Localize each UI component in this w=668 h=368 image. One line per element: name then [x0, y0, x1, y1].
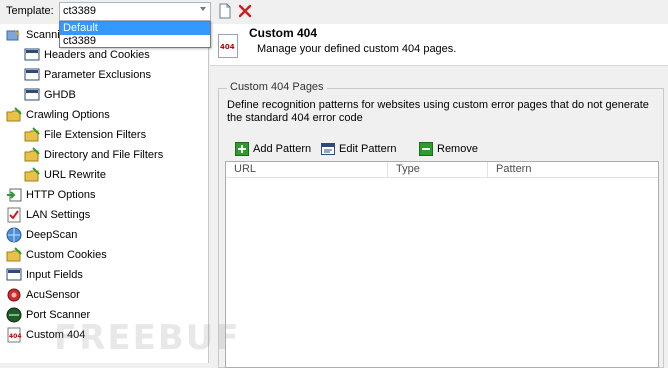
column-header-type[interactable]: Type — [388, 162, 488, 178]
template-select-value: ct3389 — [63, 5, 97, 17]
tree-item-label: Input Fields — [26, 269, 83, 281]
tree-item-file-extension-filters[interactable]: File Extension Filters — [24, 125, 146, 145]
patterns-table[interactable]: URL Type Pattern — [225, 161, 659, 368]
delete-x-icon[interactable] — [237, 3, 253, 19]
edit-pattern-button[interactable]: Edit Pattern — [321, 140, 396, 158]
directory-file-filters-icon — [24, 147, 40, 162]
ghdb-icon — [24, 88, 40, 101]
tree-item-lan-settings[interactable]: LAN Settings — [6, 205, 90, 225]
headers-cookies-icon — [24, 48, 40, 61]
tree-item-label: Custom Cookies — [26, 249, 107, 261]
custom-404-page-icon: 404 — [218, 34, 238, 58]
remove-icon — [419, 142, 433, 156]
tree-item-custom-404[interactable]: 404 Custom 404 — [6, 325, 85, 345]
tree-item-http-options[interactable]: HTTP Options — [6, 185, 96, 205]
tree-item-label: Port Scanner — [26, 309, 91, 321]
add-pattern-button[interactable]: Add Pattern — [235, 140, 311, 158]
chevron-down-icon[interactable] — [200, 7, 206, 11]
deepscan-icon — [6, 227, 22, 243]
tree-item-acusensor[interactable]: AcuSensor — [6, 285, 80, 305]
group-title: Custom 404 Pages — [227, 81, 327, 93]
custom-cookies-icon — [6, 247, 22, 262]
tree-item-headers-and-cookies[interactable]: Headers and Cookies — [24, 45, 150, 65]
edit-pattern-label: Edit Pattern — [339, 143, 397, 155]
custom-404-panel: 404 Custom 404 Manage your defined custo… — [210, 24, 668, 368]
parameter-exclusions-icon — [24, 68, 40, 81]
page-subtitle: Manage your defined custom 404 pages. — [257, 43, 457, 55]
custom-404-icon: 404 — [7, 327, 22, 343]
tree-item-label: Headers and Cookies — [44, 49, 150, 61]
tree-item-custom-cookies[interactable]: Custom Cookies — [6, 245, 107, 265]
svg-text:404: 404 — [9, 333, 22, 340]
tree-item-parameter-exclusions[interactable]: Parameter Exclusions — [24, 65, 151, 85]
tree-item-port-scanner[interactable]: Port Scanner — [6, 305, 90, 325]
tree-item-crawling-options[interactable]: Crawling Options — [6, 105, 110, 125]
edit-icon — [321, 143, 335, 155]
page-title: Custom 404 — [249, 26, 318, 40]
tree-item-label: File Extension Filters — [44, 129, 147, 141]
remove-pattern-button[interactable]: Remove — [419, 140, 478, 158]
template-select[interactable]: ct3389 — [59, 2, 211, 21]
remove-pattern-label: Remove — [437, 143, 478, 155]
panel-header: 404 Custom 404 Manage your defined custo… — [210, 24, 668, 66]
port-scanner-icon — [6, 307, 22, 323]
tree-item-label: URL Rewrite — [44, 169, 106, 181]
add-icon — [235, 142, 249, 156]
tree-item-input-fields[interactable]: Input Fields — [6, 265, 83, 285]
tree-item-directory-and-file-filters[interactable]: Directory and File Filters — [24, 145, 163, 165]
template-dropdown-list[interactable]: Default ct3389 — [59, 21, 211, 48]
tree-item-label: Directory and File Filters — [44, 149, 164, 161]
tree-item-label: AcuSensor — [26, 289, 80, 301]
acusensor-icon — [7, 288, 21, 302]
table-header: URL Type Pattern — [226, 162, 658, 178]
http-options-icon — [7, 188, 22, 202]
input-fields-icon — [6, 268, 22, 281]
tree-item-deepscan[interactable]: DeepScan — [6, 225, 77, 245]
lan-settings-icon — [7, 207, 21, 223]
tree-item-label: Parameter Exclusions — [44, 69, 151, 81]
column-header-pattern[interactable]: Pattern — [488, 162, 658, 178]
tree-item-ghdb[interactable]: GHDB — [24, 85, 76, 105]
tree-item-label: DeepScan — [26, 229, 78, 241]
column-header-url[interactable]: URL — [226, 162, 388, 178]
settings-tree: Scanning Options Headers and Cookies Par… — [0, 24, 209, 363]
scanning-options-icon — [6, 29, 20, 41]
tree-item-label: Crawling Options — [26, 109, 110, 121]
new-document-icon[interactable] — [217, 3, 233, 19]
tree-item-url-rewrite[interactable]: URL Rewrite — [24, 165, 106, 185]
url-rewrite-icon — [24, 167, 40, 182]
tree-item-label: HTTP Options — [26, 189, 96, 201]
tree-item-label: LAN Settings — [26, 209, 91, 221]
tree-item-label: GHDB — [44, 89, 76, 101]
template-label: Template: — [6, 5, 54, 17]
custom-404-pages-group: Custom 404 Pages Define recognition patt… — [218, 81, 664, 368]
tree-item-label: Custom 404 — [26, 329, 86, 341]
template-option-default[interactable]: Default — [60, 22, 210, 35]
add-pattern-label: Add Pattern — [253, 143, 312, 155]
file-extension-filters-icon — [24, 127, 40, 142]
template-option-ct3389[interactable]: ct3389 — [60, 35, 210, 48]
group-description: Define recognition patterns for websites… — [227, 99, 649, 124]
crawling-options-icon — [6, 107, 22, 122]
